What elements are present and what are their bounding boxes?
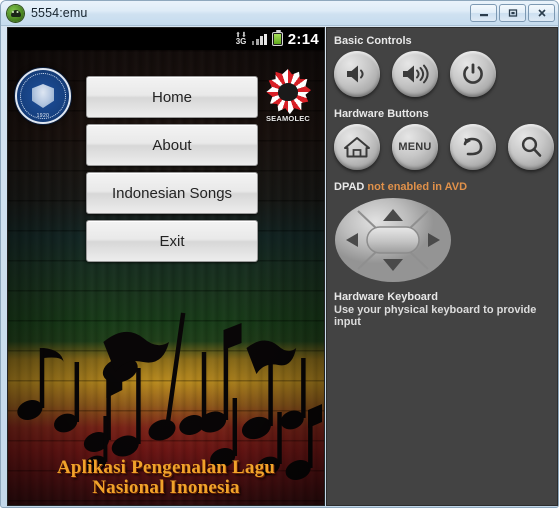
basic-controls-row bbox=[334, 51, 557, 97]
emulator-window: 5554:emu ⬆⬇ 3G 2:14 1920 SEAMOLEC Home A… bbox=[0, 0, 559, 508]
menu-button[interactable]: MENU bbox=[392, 124, 438, 170]
maximize-button[interactable] bbox=[499, 4, 526, 22]
app-title-line2: Nasional Inonesia bbox=[92, 477, 240, 499]
menu-button-indonesian-songs-label: Indonesian Songs bbox=[111, 184, 233, 202]
menu-button-exit[interactable]: Exit bbox=[86, 220, 258, 262]
seamolec-logo-label: SEAMOLEC bbox=[265, 114, 311, 123]
network-label: 3G bbox=[235, 36, 247, 46]
itb-seal-logo: 1920 bbox=[15, 68, 71, 124]
volume-up-button[interactable] bbox=[392, 51, 438, 97]
menu-button-about[interactable]: About bbox=[86, 124, 258, 166]
menu-button-about-label: About bbox=[152, 136, 192, 154]
android-status-bar: ⬆⬇ 3G 2:14 bbox=[8, 28, 324, 50]
status-bar-clock: 2:14 bbox=[287, 30, 319, 48]
network-3g-icon: ⬆⬇ 3G bbox=[235, 32, 247, 46]
window-titlebar[interactable]: 5554:emu bbox=[1, 1, 558, 26]
hardware-keyboard-title: Hardware Keyboard bbox=[334, 291, 438, 303]
back-arrow-icon bbox=[463, 137, 483, 156]
itb-logo-year: 1920 bbox=[36, 113, 50, 119]
dpad-label: DPAD bbox=[334, 181, 365, 193]
window-controls bbox=[470, 4, 555, 22]
hardware-keyboard-subtitle: Use your physical keyboard to provide in… bbox=[334, 304, 537, 328]
emulator-device-screen[interactable]: ⬆⬇ 3G 2:14 1920 SEAMOLEC Home About Indo… bbox=[7, 27, 325, 506]
search-button[interactable] bbox=[508, 124, 554, 170]
app-background: 1920 SEAMOLEC Home About Indonesian Song… bbox=[8, 50, 324, 505]
hardware-buttons-row: MENU bbox=[334, 124, 557, 170]
app-title: Aplikasi Pengenalan Lagu Nasional Inones… bbox=[8, 456, 324, 499]
status-bar-icons: ⬆⬇ 3G 2:14 bbox=[235, 29, 319, 48]
menu-text-icon: MENU bbox=[398, 141, 432, 153]
window-title: 5554:emu bbox=[31, 6, 88, 20]
minimize-button[interactable] bbox=[470, 4, 497, 22]
home-icon bbox=[344, 137, 370, 158]
battery-icon bbox=[271, 29, 283, 46]
close-button[interactable] bbox=[528, 4, 555, 22]
dpad-control[interactable] bbox=[334, 197, 452, 283]
menu-button-home-label: Home bbox=[151, 88, 192, 106]
home-button[interactable] bbox=[334, 124, 380, 170]
dpad-label-row: DPAD not enabled in AVD bbox=[334, 181, 557, 193]
speaker-low-icon bbox=[347, 65, 364, 83]
android-head-icon bbox=[7, 4, 24, 22]
power-icon bbox=[463, 63, 483, 84]
hardware-buttons-label: Hardware Buttons bbox=[334, 108, 429, 120]
dpad-status: not enabled in AVD bbox=[367, 181, 468, 193]
menu-button-indonesian-songs[interactable]: Indonesian Songs bbox=[86, 172, 258, 214]
seamolec-star-icon bbox=[266, 69, 311, 115]
app-title-line1: Aplikasi Pengenalan Lagu bbox=[56, 456, 276, 478]
speaker-high-icon bbox=[403, 64, 429, 84]
search-icon bbox=[521, 136, 542, 157]
menu-button-home[interactable]: Home bbox=[86, 76, 258, 118]
app-menu: Home About Indonesian Songs Exit bbox=[86, 76, 258, 262]
seamolec-logo: SEAMOLEC bbox=[259, 68, 317, 126]
emulator-control-panel: Basic Controls Hardware Buttons MENU DPA… bbox=[326, 27, 558, 506]
volume-down-button[interactable] bbox=[334, 51, 380, 97]
back-button[interactable] bbox=[450, 124, 496, 170]
hardware-keyboard-block: Hardware Keyboard Use your physical keyb… bbox=[334, 291, 557, 328]
menu-button-exit-label: Exit bbox=[159, 232, 185, 250]
signal-bars-icon bbox=[251, 33, 267, 45]
power-button[interactable] bbox=[450, 51, 496, 97]
basic-controls-label: Basic Controls bbox=[334, 35, 412, 47]
